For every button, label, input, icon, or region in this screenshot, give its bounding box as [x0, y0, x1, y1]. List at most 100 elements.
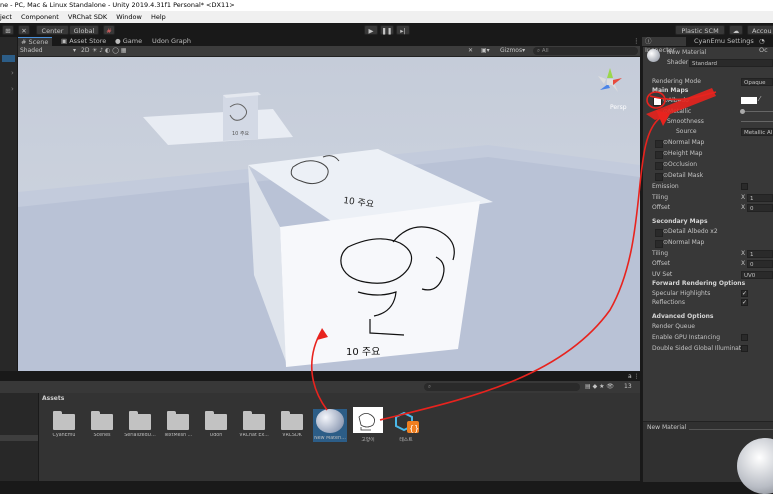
search-icon: ⌕: [428, 384, 432, 390]
rendering-mode-dropdown[interactable]: Opaque: [741, 78, 773, 86]
tab-cyanemu-settings[interactable]: CyanEmu Settings: [691, 37, 757, 46]
height-map-slot[interactable]: [655, 151, 663, 159]
step-button[interactable]: ▸|: [396, 25, 410, 35]
asset-label: VRChat Ex...: [239, 433, 269, 438]
asset-item[interactable]: 고양이: [351, 407, 385, 443]
double-sided-gi-checkbox[interactable]: [741, 345, 748, 352]
assets-breadcrumb: Assets: [42, 395, 65, 402]
asset-item[interactable]: SerializedU...: [123, 411, 157, 438]
tiling-x-field[interactable]: 1: [747, 194, 773, 202]
global-local-button[interactable]: Global: [69, 25, 99, 35]
transform-tool-button[interactable]: ✕: [18, 25, 30, 35]
material-sphere-icon: [316, 409, 344, 433]
tab-asset-store[interactable]: ▣ Asset Store: [58, 37, 109, 46]
panel-menu-icon[interactable]: ⋮: [630, 37, 643, 46]
normal-map-slot[interactable]: [655, 140, 663, 148]
asset-item[interactable]: VRChat Ex...: [237, 411, 271, 438]
source-label: Source: [676, 128, 697, 135]
menu-item-component[interactable]: Component: [21, 13, 59, 21]
play-button[interactable]: ▶: [364, 25, 378, 35]
count-label: 13: [624, 383, 632, 390]
offset-x-field[interactable]: 0: [747, 204, 773, 212]
filter-icons[interactable]: ▤ ◆ ★ 👁: [585, 383, 614, 391]
folder-icon: [281, 411, 303, 430]
reflections-checkbox[interactable]: ✓: [741, 299, 748, 306]
camera-dropdown-icon[interactable]: ▣▾: [481, 47, 490, 55]
tiling2-x-field[interactable]: 1: [747, 250, 773, 258]
albedo-color-swatch[interactable]: [741, 97, 757, 104]
project-search-input[interactable]: ⌕: [424, 383, 580, 391]
expand-arrow-icon[interactable]: ›: [11, 85, 14, 93]
project-assets-grid: Assets CyanEmu Scenes SerializedU... Tex…: [39, 393, 640, 481]
albedo-label: ⊙Albedo: [663, 96, 689, 105]
uv-set-dropdown[interactable]: UV0: [741, 271, 773, 279]
metallic-label-text: Metallic: [668, 108, 692, 115]
asset-label: Scenes: [93, 433, 111, 438]
pause-button[interactable]: ❚❚: [380, 25, 394, 35]
offset-label: Offset: [652, 204, 671, 211]
metallic-slider-track[interactable]: [741, 111, 773, 112]
check-icon: ✓: [742, 290, 748, 297]
emission-checkbox[interactable]: [741, 183, 748, 190]
specular-checkbox[interactable]: ✓: [741, 290, 748, 297]
scene-tab-icon: #: [21, 38, 27, 46]
menu-item-project[interactable]: ject: [0, 13, 12, 21]
normal-map2-label: ⊙Normal Map: [663, 238, 704, 247]
plastic-scm-button[interactable]: Plastic SCM: [675, 25, 725, 35]
scene-search-input[interactable]: ⌕ All: [533, 47, 638, 55]
grid-snap-button[interactable]: #: [103, 25, 115, 35]
metallic-slider-handle[interactable]: [740, 109, 745, 114]
asset-item[interactable]: TextMesh ...: [161, 411, 195, 438]
tab-inspector[interactable]: ⓘ Inspector: [642, 37, 686, 54]
menu-item-vrchat-sdk[interactable]: VRChat SDK: [68, 13, 107, 21]
menu-item-window[interactable]: Window: [116, 13, 142, 21]
window-title-bar: ne - PC, Mac & Linux Standalone - Unity …: [0, 0, 773, 11]
account-button[interactable]: Accou: [747, 25, 773, 35]
scene-tab-bar: # Scene ▣ Asset Store ● Game Udon Graph …: [18, 37, 640, 46]
asset-item[interactable]: CyanEmu: [47, 411, 81, 438]
folder-tree-selected[interactable]: [0, 435, 38, 441]
tab-occlusion[interactable]: ◔ Oc: [756, 37, 773, 54]
asset-item-selected[interactable]: New Materi...: [313, 409, 347, 442]
asset-label: SerializedU...: [124, 433, 156, 438]
folder-icon: [167, 411, 189, 430]
pivot-center-button[interactable]: Center: [36, 25, 69, 35]
menu-item-help[interactable]: Help: [151, 13, 166, 21]
small-cube: 10 주요: [223, 92, 261, 141]
preview-sphere[interactable]: [737, 438, 773, 494]
shader-dropdown[interactable]: Standard: [689, 59, 773, 67]
uv-set-label: UV Set: [652, 271, 673, 278]
play-icon: ▶: [368, 27, 374, 35]
rect-tool-button[interactable]: ⊞: [2, 25, 14, 35]
cloud-button[interactable]: ☁: [729, 25, 743, 35]
asset-item[interactable]: {} 테스트: [389, 411, 423, 443]
asset-item[interactable]: Scenes: [85, 411, 119, 438]
gpu-instancing-checkbox[interactable]: [741, 334, 748, 341]
detail-mask-slot[interactable]: [655, 173, 663, 181]
scene-viewport[interactable]: 10 주요 10 주요 10 주요 Persp: [18, 57, 640, 371]
hierarchy-selected-row[interactable]: [2, 55, 15, 62]
expand-arrow-icon[interactable]: ›: [11, 69, 14, 77]
smoothness-slider-track[interactable]: [741, 121, 773, 122]
scene-render: 10 주요 10 주요 10 주요 Persp: [18, 57, 640, 371]
tab-game[interactable]: ● Game: [112, 37, 145, 46]
asset-item[interactable]: VRCSDK: [275, 411, 309, 438]
detail-albedo-slot[interactable]: [655, 229, 663, 237]
offset2-x-field[interactable]: 0: [747, 260, 773, 268]
gizmos-dropdown[interactable]: Gizmos▾: [500, 47, 525, 55]
panel-menu-icon[interactable]: a ⋮: [628, 373, 640, 380]
normal-map2-label-text: Normal Map: [668, 239, 705, 246]
asset-item[interactable]: Udon: [199, 411, 233, 438]
normal-map2-slot[interactable]: [655, 240, 663, 248]
shading-mode-dropdown[interactable]: Shaded ▾: [20, 47, 78, 55]
mode-2d-toggle[interactable]: 2D: [81, 47, 89, 55]
albedo-texture-slot[interactable]: [653, 97, 662, 106]
scene-tools-icon[interactable]: ✕: [468, 47, 473, 55]
tab-scene[interactable]: # Scene: [18, 37, 52, 46]
occlusion-label-text: Occlusion: [668, 161, 698, 168]
occlusion-slot[interactable]: [655, 162, 663, 170]
scene-lighting-icon[interactable]: ☀ ♪ ◐ ◯ ▦: [92, 47, 126, 55]
eyedropper-icon[interactable]: ⁄: [759, 95, 760, 103]
source-dropdown[interactable]: Metallic Al: [741, 128, 773, 136]
tab-udon-graph[interactable]: Udon Graph: [149, 37, 194, 46]
